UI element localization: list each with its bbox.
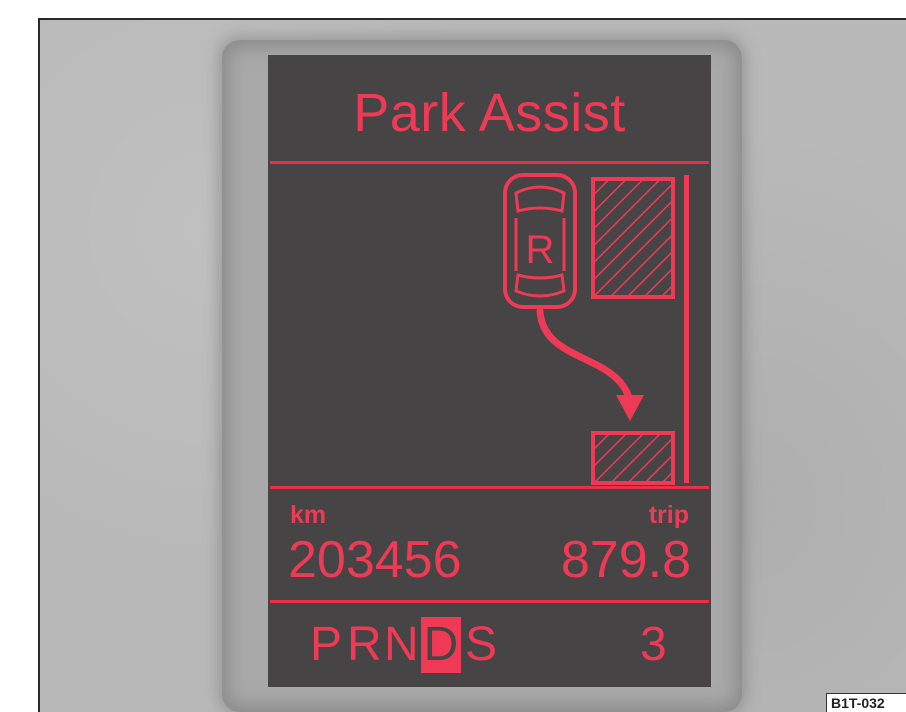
reverse-path-arrow-icon	[536, 307, 644, 421]
trip-label: trip	[648, 501, 689, 529]
diagram-divider	[270, 486, 709, 489]
gear-p: P	[310, 618, 343, 671]
page-title: Park Assist	[353, 83, 626, 143]
car-reversing-icon: R	[503, 173, 577, 309]
parked-vehicle-icon	[591, 431, 675, 485]
odometer-value: 203456	[288, 531, 462, 589]
gear-n: N	[384, 618, 419, 671]
trip-value: 879.8	[560, 531, 691, 589]
gear-s: S	[465, 618, 498, 671]
curb-line-icon	[684, 175, 689, 483]
odometer-divider	[270, 600, 709, 603]
gear-selector-indicator: P R N D S	[310, 615, 502, 675]
current-gear-number: 3	[640, 618, 667, 671]
reverse-badge: R	[526, 228, 555, 272]
odometer-label: km	[290, 501, 327, 529]
gear-r: R	[347, 618, 382, 671]
figure-code: B1T-032	[826, 693, 906, 712]
instrument-display: Park Assist R km trip 203456 879.8 P R N…	[268, 55, 711, 687]
gear-d-active: D	[421, 617, 461, 673]
parked-vehicle-icon	[591, 177, 675, 299]
park-assist-diagram: R	[503, 173, 689, 485]
